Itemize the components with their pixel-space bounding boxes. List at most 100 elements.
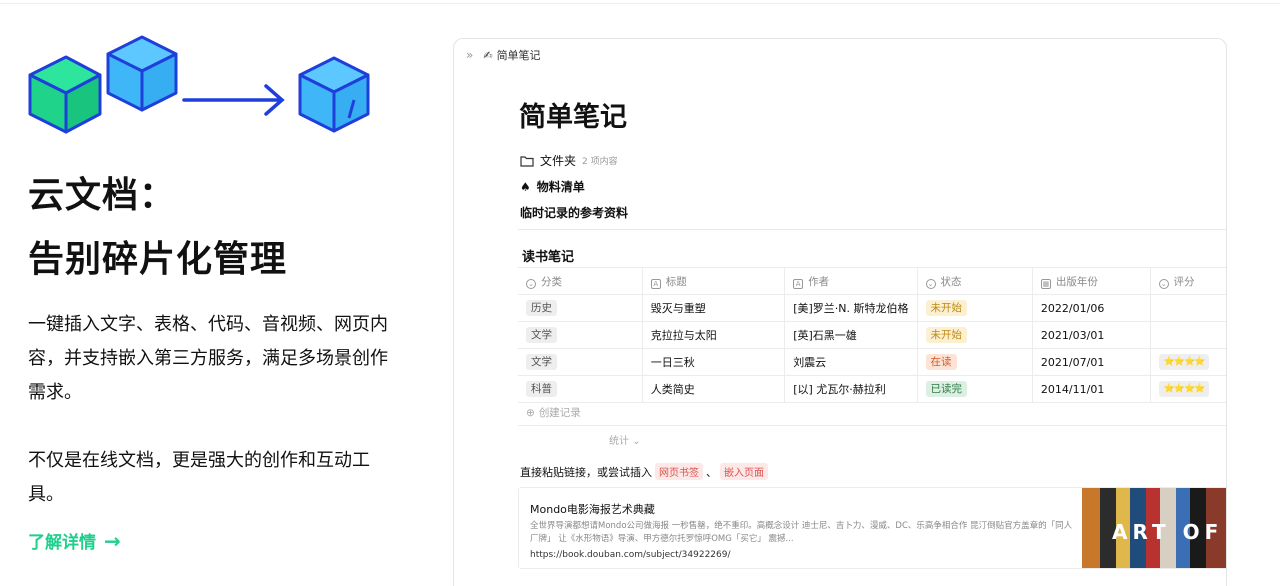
col-status[interactable]: ⌄ 状态 <box>917 267 1033 295</box>
cell-year: 2022/01/06 <box>1032 294 1151 322</box>
cell-title: 毁灭与重塑 <box>642 294 786 322</box>
top-divider <box>0 3 1280 4</box>
green-cube-icon <box>28 55 102 134</box>
category-tag: 文学 <box>526 354 557 370</box>
col-year[interactable]: ▦ 出版年份 <box>1032 267 1151 295</box>
table-row[interactable]: 科普 人类简史 [以] 尤瓦尔·赫拉利 已读完 2014/11/01 ⭐⭐⭐⭐ <box>518 375 1226 403</box>
spade-icon: ♠ <box>520 179 531 194</box>
blue-cube-icon <box>106 35 178 112</box>
embed-page-pill[interactable]: 嵌入页面 <box>720 463 768 480</box>
poster-text: ART OF <box>1112 520 1224 544</box>
cell-rating: ⭐⭐⭐⭐ <box>1150 348 1226 376</box>
cell-category: 历史 <box>518 294 643 322</box>
cell-year: 2021/03/01 <box>1032 321 1151 349</box>
cell-rating <box>1150 321 1226 349</box>
cell-year: 2021/07/01 <box>1032 348 1151 376</box>
cell-rating: ⭐⭐⭐⭐ <box>1150 375 1226 403</box>
table-row[interactable]: 文学 克拉拉与太阳 [英]石黑一雄 未开始 2021/03/01 <box>518 321 1226 349</box>
learn-more-link[interactable]: 了解详情 → <box>28 528 121 554</box>
table-row[interactable]: 文学 一日三秋 刘震云 在读 2021/07/01 ⭐⭐⭐⭐ <box>518 348 1226 376</box>
calendar-icon: ▦ <box>1040 278 1051 289</box>
cell-author: 刘震云 <box>784 348 918 376</box>
cubes-illustration <box>28 35 370 134</box>
select-icon: ⌄ <box>925 278 936 289</box>
bookmark-card[interactable]: Mondo电影海报艺术典藏 全世界导演都想请Mondo公司做海报 一秒售罄，绝不… <box>518 487 1226 569</box>
paste-hint: 直接粘贴链接，或尝试插入 网页书签 、 嵌入页面 <box>520 463 768 480</box>
col-title[interactable]: A 标题 <box>642 267 786 295</box>
reference-item[interactable]: 临时记录的参考资料 <box>520 204 628 221</box>
table-row[interactable]: 历史 毁灭与重塑 [美]罗兰·N. 斯特龙伯格 未开始 2022/01/06 <box>518 294 1226 322</box>
select-icon: ⌄ <box>1158 278 1169 289</box>
cell-author: [以] 尤瓦尔·赫拉利 <box>784 375 918 403</box>
cell-year: 2014/11/01 <box>1032 375 1151 403</box>
cell-author: [英]石黑一雄 <box>784 321 918 349</box>
cell-status: 在读 <box>917 348 1033 376</box>
status-badge: 在读 <box>925 354 957 370</box>
heading-line-1: 云文档： <box>28 175 177 216</box>
divider <box>518 229 1226 230</box>
folder-label: 文件夹 <box>540 154 577 168</box>
category-tag: 科普 <box>526 381 557 397</box>
status-badge: 已读完 <box>925 381 967 397</box>
add-record-label: 创建记录 <box>538 407 581 419</box>
expand-sidebar-icon[interactable]: » <box>466 48 473 62</box>
rating-stars: ⭐⭐⭐⭐ <box>1158 354 1210 370</box>
col-author[interactable]: A 作者 <box>784 267 918 295</box>
col-rating[interactable]: ⌄ 评分 <box>1150 267 1226 295</box>
poster-thumbnail: ART OF <box>1082 488 1226 568</box>
col-label: 标题 <box>665 275 687 288</box>
description-2: 不仅是在线文档，更是强大的创作和互动工具。 <box>28 450 370 505</box>
folder-item[interactable]: 文件夹 2 项内容 <box>520 152 618 169</box>
folder-count: 2 项内容 <box>582 157 618 167</box>
arrow-right-icon: → <box>104 528 121 553</box>
card-url: https://book.douban.com/subject/34922269… <box>530 550 731 560</box>
stats-dropdown[interactable]: 统计 ⌄ <box>609 432 641 447</box>
col-label: 出版年份 <box>1055 275 1098 288</box>
text-icon: A <box>650 278 661 289</box>
cell-status: 未开始 <box>917 294 1033 322</box>
col-category[interactable]: ⌄ 分类 <box>518 267 643 295</box>
select-icon: ⌄ <box>526 278 536 289</box>
breadcrumb[interactable]: ✍ 简单笔记 <box>483 47 540 63</box>
web-bookmark-pill[interactable]: 网页书签 <box>655 463 703 480</box>
cell-category: 科普 <box>518 375 643 403</box>
folder-icon <box>520 155 534 167</box>
materials-item[interactable]: ♠ 物料清单 <box>520 178 585 195</box>
learn-more-label: 了解详情 <box>28 533 96 553</box>
pill-separator: 、 <box>706 465 717 479</box>
chevron-down-icon: ⌄ <box>632 436 641 447</box>
cell-category: 文学 <box>518 348 643 376</box>
cell-title: 人类简史 <box>642 375 786 403</box>
materials-label: 物料清单 <box>536 180 585 194</box>
status-badge: 未开始 <box>925 300 967 316</box>
arrow-right-icon <box>182 84 285 116</box>
description-1: 一键插入文字、表格、代码、音视频、网页内容，并支持嵌入第三方服务，满足多场景创作… <box>28 314 388 403</box>
doc-topbar: » ✍ 简单笔记 <box>454 39 1226 71</box>
table-header-row: ⌄ 分类 A 标题 A 作者 ⌄ 状态 ▦ 出版年份 ⌄ 评分 <box>518 267 1226 295</box>
col-label: 作者 <box>808 275 830 288</box>
rating-stars: ⭐⭐⭐⭐ <box>1158 381 1210 397</box>
cell-status: 未开始 <box>917 321 1033 349</box>
add-record-button[interactable]: ⊕ 创建记录 <box>526 405 581 420</box>
doc-preview-panel: » ✍ 简单笔记 简单笔记 文件夹 2 项内容 ♠ 物料清单 临时记录的参考资料… <box>453 38 1227 586</box>
table-title: 读书笔记 <box>522 250 575 265</box>
text-lines-icon: A <box>793 278 804 289</box>
category-tag: 文学 <box>526 327 557 343</box>
card-title: Mondo电影海报艺术典藏 <box>530 503 655 516</box>
col-label: 分类 <box>541 275 562 288</box>
heading-line-2: 告别碎片化管理 <box>28 239 288 280</box>
divider <box>518 425 1226 426</box>
cell-title: 克拉拉与太阳 <box>642 321 786 349</box>
card-description: 全世界导演都想请Mondo公司做海报 一秒售罄，绝不重印。高概念设计 迪士尼、吉… <box>530 521 1073 544</box>
cell-author: [美]罗兰·N. 斯特龙伯格 <box>784 294 918 322</box>
category-tag: 历史 <box>526 300 557 316</box>
cell-status: 已读完 <box>917 375 1033 403</box>
cell-title: 一日三秋 <box>642 348 786 376</box>
reading-notes-table: ⌄ 分类 A 标题 A 作者 ⌄ 状态 ▦ 出版年份 ⌄ 评分 历史 毁灭与重塑 [美]罗兰… <box>518 267 1226 403</box>
breadcrumb-label: 简单笔记 <box>496 49 541 62</box>
col-label: 状态 <box>940 275 962 288</box>
paste-hint-text: 直接粘贴链接，或尝试插入 <box>520 465 652 479</box>
col-label: 评分 <box>1173 275 1195 288</box>
writing-hand-icon: ✍ <box>483 48 493 62</box>
stats-label: 统计 <box>609 436 629 447</box>
